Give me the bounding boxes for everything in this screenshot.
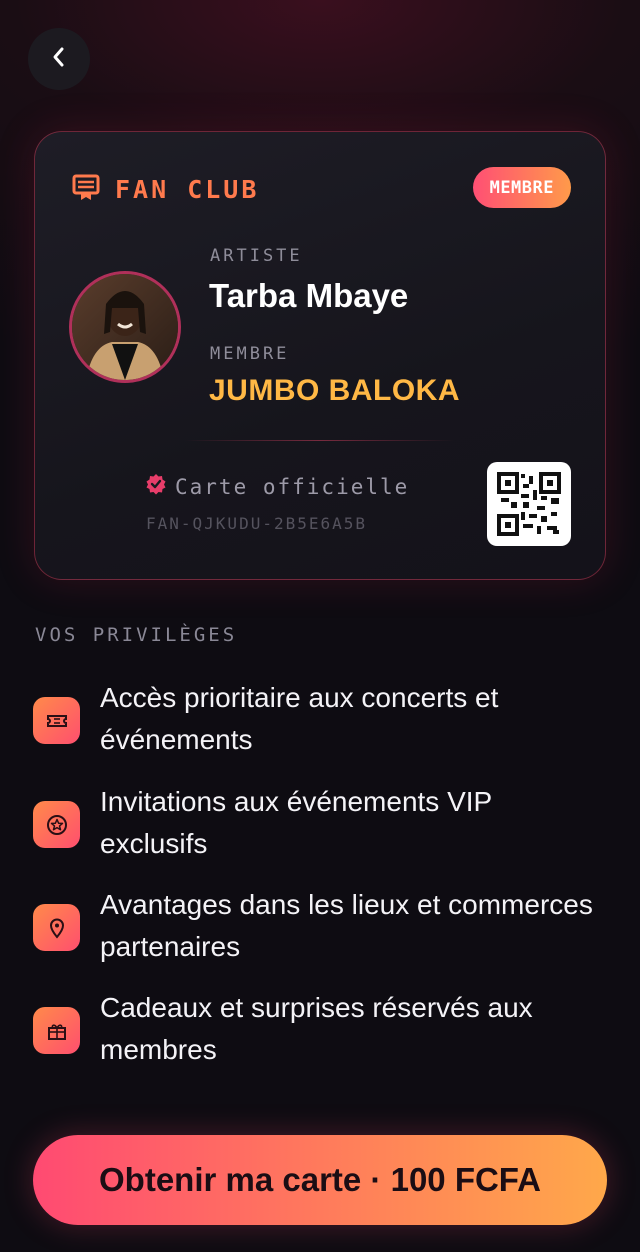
chevron-left-icon xyxy=(50,46,68,73)
member-name: JUMBO BALOKA xyxy=(209,374,460,407)
member-badge: MEMBRE xyxy=(472,167,571,208)
get-card-button[interactable]: Obtenir ma carte · 100 FCFA xyxy=(33,1135,607,1225)
back-button[interactable] xyxy=(28,28,90,90)
card-divider xyxy=(185,440,455,441)
privileges-title: VOS PRIVILÈGES xyxy=(35,624,238,646)
artist-name: Tarba Mbaye xyxy=(209,277,409,314)
privilege-text: Avantages dans les lieux et commerces pa… xyxy=(100,889,593,962)
privilege-text: Accès prioritaire aux concerts et événem… xyxy=(100,682,499,755)
privilege-text: Invitations aux événements VIP exclusifs xyxy=(100,786,492,859)
privilege-item: Cadeaux et surprises réservés aux membre… xyxy=(33,987,603,1071)
member-label: MEMBRE xyxy=(210,344,290,364)
official-card-row: Carte officielle xyxy=(145,473,409,500)
id-card-icon xyxy=(71,172,101,207)
artist-avatar xyxy=(69,271,181,383)
privilege-item: Invitations aux événements VIP exclusifs xyxy=(33,781,603,865)
privilege-item: Accès prioritaire aux concerts et événem… xyxy=(33,677,603,761)
artist-label: ARTISTE xyxy=(210,246,303,266)
privilege-text: Cadeaux et surprises réservés aux membre… xyxy=(100,992,533,1065)
card-code: FAN-QJKUDU-2B5E6A5B xyxy=(146,514,368,533)
privilege-item: Avantages dans les lieux et commerces pa… xyxy=(33,884,603,968)
gift-icon xyxy=(33,1007,80,1054)
qr-code[interactable] xyxy=(487,462,571,546)
ticket-icon xyxy=(33,697,80,744)
fan-club-label: FAN CLUB xyxy=(115,175,260,204)
fan-club-header: FAN CLUB xyxy=(71,172,259,207)
verified-icon xyxy=(145,473,167,500)
fan-club-card: FAN CLUB MEMBRE ARTISTE Tarba Mbaye MEMB… xyxy=(34,131,606,580)
star-badge-icon xyxy=(33,801,80,848)
official-text: Carte officielle xyxy=(175,474,410,499)
location-pin-icon xyxy=(33,904,80,951)
